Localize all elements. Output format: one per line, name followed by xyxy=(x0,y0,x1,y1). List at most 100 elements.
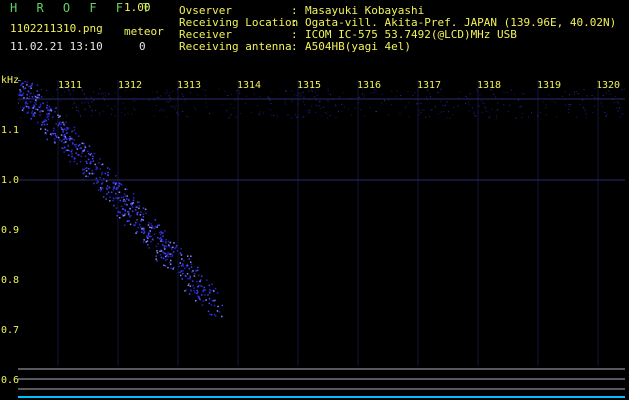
noise-speck xyxy=(240,112,242,114)
noise-speck xyxy=(84,108,86,110)
noise-speck xyxy=(473,111,475,113)
signal-dot xyxy=(147,233,150,236)
signal-dot xyxy=(46,116,48,119)
noise-speck xyxy=(67,88,69,90)
signal-dot xyxy=(155,255,157,257)
noise-speck xyxy=(617,110,619,112)
signal-dot xyxy=(181,278,183,280)
signal-dot xyxy=(89,162,91,165)
signal-dot xyxy=(196,289,198,292)
noise-speck xyxy=(594,88,596,90)
noise-speck xyxy=(177,114,179,116)
noise-speck xyxy=(318,105,320,107)
noise-speck xyxy=(545,104,547,106)
noise-speck xyxy=(545,114,547,116)
noise-speck xyxy=(202,88,204,90)
noise-speck xyxy=(56,88,58,90)
signal-dot xyxy=(96,182,98,184)
signal-dot xyxy=(55,123,57,125)
noise-speck xyxy=(437,113,439,115)
signal-dot xyxy=(102,187,104,189)
noise-speck xyxy=(36,100,38,102)
signal-dot xyxy=(23,106,25,108)
signal-dot xyxy=(165,245,168,248)
noise-speck xyxy=(34,94,36,96)
noise-speck xyxy=(135,100,137,102)
signal-dot xyxy=(119,217,121,219)
noise-speck xyxy=(300,95,302,97)
signal-dot xyxy=(71,138,73,140)
noise-speck xyxy=(258,114,260,116)
noise-speck xyxy=(119,96,121,98)
noise-speck xyxy=(423,109,425,111)
signal-dot xyxy=(62,131,64,133)
noise-speck xyxy=(165,116,167,118)
noise-speck xyxy=(80,115,82,117)
signal-dot xyxy=(201,275,203,277)
signal-dot xyxy=(36,90,38,92)
signal-dot xyxy=(57,124,59,127)
signal-dot xyxy=(136,231,138,233)
noise-speck xyxy=(452,114,454,116)
signal-dot xyxy=(163,264,165,267)
noise-speck xyxy=(545,107,547,109)
signal-dot xyxy=(202,300,205,302)
noise-speck xyxy=(469,93,471,95)
signal-dot xyxy=(89,161,92,163)
signal-dot xyxy=(22,82,24,84)
signal-dot xyxy=(182,263,184,265)
noise-speck xyxy=(360,109,362,111)
noise-speck xyxy=(465,102,466,104)
signal-dot xyxy=(26,93,28,96)
noise-speck xyxy=(114,92,116,94)
signal-dot xyxy=(74,144,76,146)
noise-speck xyxy=(68,89,70,91)
noise-speck xyxy=(293,94,295,96)
noise-speck xyxy=(570,103,572,105)
signal-dot xyxy=(84,145,86,147)
signal-dot xyxy=(190,290,192,292)
signal-dot xyxy=(130,215,132,217)
signal-dot xyxy=(24,80,26,83)
signal-dot xyxy=(31,96,34,98)
noise-speck xyxy=(483,105,485,107)
noise-speck xyxy=(226,110,228,112)
signal-dot xyxy=(112,181,114,184)
signal-dot xyxy=(189,285,192,287)
signal-dot xyxy=(36,96,38,99)
signal-dot xyxy=(60,122,63,124)
signal-dot xyxy=(185,265,188,268)
noise-speck xyxy=(296,117,298,118)
signal-dot xyxy=(39,105,42,107)
signal-dot xyxy=(53,138,56,140)
signal-dot xyxy=(56,136,58,138)
noise-speck xyxy=(297,103,299,105)
noise-speck xyxy=(427,89,429,91)
signal-dot xyxy=(137,211,139,214)
signal-dot xyxy=(195,270,197,272)
signal-dot xyxy=(52,116,54,118)
signal-dot xyxy=(75,146,77,148)
signal-dot xyxy=(207,294,209,296)
noise-speck xyxy=(515,117,517,119)
noise-speck xyxy=(373,89,375,91)
signal-dot xyxy=(185,275,187,278)
signal-dot xyxy=(116,187,119,190)
signal-dot xyxy=(204,294,206,296)
signal-dot xyxy=(110,191,113,193)
noise-speck xyxy=(181,88,183,89)
signal-dot xyxy=(59,139,61,141)
noise-speck xyxy=(302,101,304,103)
signal-dot xyxy=(131,206,134,208)
signal-dot xyxy=(160,231,162,233)
signal-dot xyxy=(105,198,107,200)
signal-dot xyxy=(211,283,213,285)
noise-speck xyxy=(513,93,515,95)
noise-speck xyxy=(408,102,410,104)
y-tick-0-9: 0.9 xyxy=(1,225,20,236)
noise-speck xyxy=(335,117,337,119)
signal-dot xyxy=(158,224,161,226)
signal-dot xyxy=(143,231,146,233)
signal-dot xyxy=(156,252,159,254)
signal-dot xyxy=(44,119,46,121)
